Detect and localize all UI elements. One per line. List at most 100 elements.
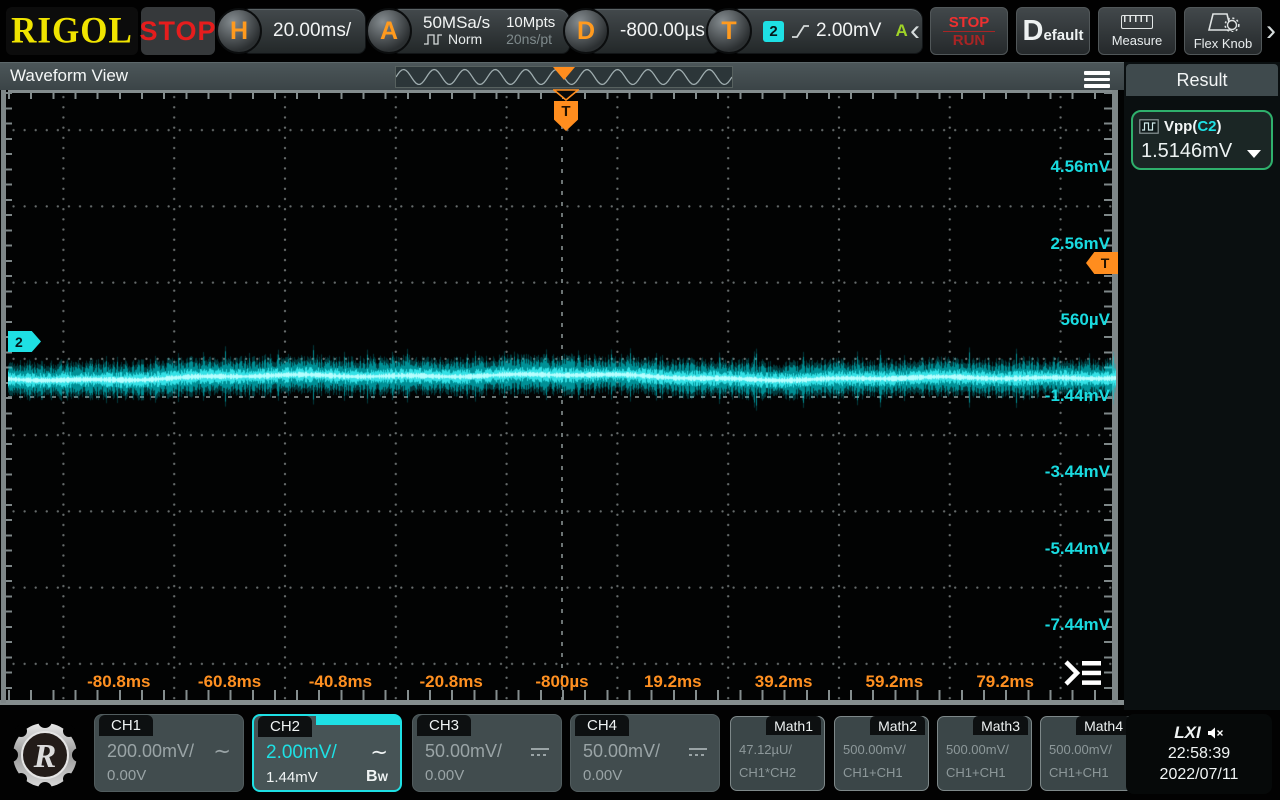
top-bar: RIGOL STOP H 20.00ms/ A 50MSa/s Norm <box>0 0 1280 62</box>
ch1-offset: 0.00V <box>107 767 146 784</box>
expand-menu-icon[interactable] <box>1062 658 1104 688</box>
trigger-panel[interactable]: 2 2.00mV A <box>732 8 923 54</box>
time-axis-label: -20.8ms <box>406 672 496 692</box>
acquire-knob[interactable]: A <box>366 8 412 54</box>
speaker-muted-icon <box>1207 726 1224 740</box>
measurement-value: 1.5146mV <box>1141 140 1232 163</box>
default-button[interactable]: D efault <box>1016 7 1090 55</box>
trigger-control: T 2 2.00mV A <box>706 8 923 54</box>
trigger-position-outline-icon <box>553 89 579 101</box>
delay-control: D -800.00µs <box>563 8 720 54</box>
math3-tab: Math3 <box>973 716 1028 735</box>
math-card-math3[interactable]: Math3 500.00mV/ CH1+CH1 <box>937 716 1032 791</box>
result-panel-title: Result <box>1126 64 1278 96</box>
time-axis-label: 79.2ms <box>960 672 1050 692</box>
measurement-card[interactable]: Vpp(C2) 1.5146mV <box>1131 110 1273 170</box>
rigol-logo: RIGOL <box>6 7 138 55</box>
bandwidth-limit-badge: BW <box>366 768 388 786</box>
horizontal-scale: 20.00ms/ <box>273 20 351 42</box>
voltage-axis-label: -5.44mV <box>1045 539 1110 559</box>
channel-card-ch3[interactable]: CH3 50.00mV/ 0.00V <box>412 714 562 792</box>
pulse-icon <box>423 33 443 46</box>
dc-coupling-icon <box>689 748 707 756</box>
ch3-scale: 50.00mV/ <box>425 741 502 762</box>
time-axis-label: -60.8ms <box>185 672 275 692</box>
nav-left-chevron[interactable]: ‹ <box>910 16 920 46</box>
acquire-control: A 50MSa/s Norm 10Mpts 20ns/pt <box>366 8 570 54</box>
ch4-scale: 50.00mV/ <box>583 741 660 762</box>
run-state-badge[interactable]: STOP <box>141 7 215 55</box>
time-axis-label: 19.2ms <box>628 672 718 692</box>
waveform-view-title: Waveform View <box>10 66 128 86</box>
ch2-noise-trace <box>8 92 1116 702</box>
acquire-mode: Norm <box>448 31 482 48</box>
ch3-tab: CH3 <box>417 715 471 736</box>
math-card-math1[interactable]: Math1 47.12µU/ CH1*CH2 <box>730 716 825 791</box>
math-card-math2[interactable]: Math2 500.00mV/ CH1+CH1 <box>834 716 929 791</box>
voltage-axis-label: -7.44mV <box>1045 615 1110 635</box>
svg-text:R: R <box>33 738 57 775</box>
math2-tab: Math2 <box>870 716 925 735</box>
flex-knob-icon <box>1205 12 1241 32</box>
stop-run-button[interactable]: STOP RUN <box>930 7 1008 55</box>
rigol-gear-logo[interactable]: R <box>9 717 81 793</box>
voltage-axis-label: 2.56mV <box>1050 234 1110 254</box>
flex-knob-button[interactable]: Flex Knob <box>1184 7 1262 55</box>
waveform-view-titlebar: Waveform View <box>0 62 1124 90</box>
time-axis-label: -40.8ms <box>295 672 385 692</box>
voltage-axis-label: -3.44mV <box>1045 462 1110 482</box>
time-resolution: 20ns/pt <box>506 31 555 48</box>
channel-card-ch4[interactable]: CH4 50.00mV/ 0.00V <box>570 714 720 792</box>
acquire-panel[interactable]: 50MSa/s Norm 10Mpts 20ns/pt <box>392 8 570 54</box>
nav-right-chevron[interactable]: › <box>1266 16 1276 46</box>
waveform-preview-strip[interactable] <box>395 66 733 88</box>
run-label: RUN <box>953 32 986 49</box>
clock-date: 2022/07/11 <box>1160 765 1239 785</box>
math2-expression: CH1+CH1 <box>843 765 903 780</box>
measure-button[interactable]: Measure <box>1098 7 1176 55</box>
ac-coupling-icon: ∼ <box>213 743 231 761</box>
graticule-plot[interactable]: T T 2 4.56mV2.56mV560µV-1.44mV-3.44mV-5.… <box>0 90 1124 710</box>
menu-icon[interactable] <box>1084 71 1110 91</box>
math1-tab: Math1 <box>766 716 821 735</box>
measurement-close-paren: ) <box>1217 118 1222 135</box>
math4-tab: Math4 <box>1076 716 1131 735</box>
math1-scale: 47.12µU/ <box>739 742 792 757</box>
bottom-bar: R CH1 200.00mV/ ∼ 0.00V CH2 2.00mV/ ∼ 1.… <box>0 710 1280 800</box>
voltage-axis-label: -1.44mV <box>1045 386 1110 406</box>
math3-expression: CH1+CH1 <box>946 765 1006 780</box>
ac-coupling-icon: ∼ <box>370 744 388 762</box>
status-clock-panel[interactable]: LXI 22:58:39 2022/07/11 <box>1126 714 1272 794</box>
lxi-badge: LXI <box>1174 723 1200 743</box>
measurement-source: C2 <box>1197 118 1216 135</box>
rising-edge-icon <box>790 21 810 41</box>
preview-trigger-position-marker[interactable] <box>553 67 575 80</box>
ruler-icon <box>1121 15 1153 29</box>
ch2-offset: 1.44mV <box>266 769 318 786</box>
flex-knob-label: Flex Knob <box>1194 36 1253 51</box>
trigger-sweep-mode: A <box>895 21 907 41</box>
delay-knob[interactable]: D <box>563 8 609 54</box>
delay-value: -800.00µs <box>620 20 705 42</box>
measurement-pulse-icon <box>1139 119 1159 134</box>
ch3-offset: 0.00V <box>425 767 464 784</box>
dropdown-arrow-icon[interactable] <box>1247 150 1261 158</box>
channel-card-ch2[interactable]: CH2 2.00mV/ ∼ 1.44mV BW <box>252 714 402 792</box>
trigger-source-badge: 2 <box>763 21 784 42</box>
ch4-offset: 0.00V <box>583 767 622 784</box>
default-rest: efault <box>1043 27 1083 44</box>
channel-card-ch1[interactable]: CH1 200.00mV/ ∼ 0.00V <box>94 714 244 792</box>
math-card-math4[interactable]: Math4 500.00mV/ CH1+CH1 <box>1040 716 1135 791</box>
rigol-logo-text: RIGOL <box>11 10 133 52</box>
ch4-tab: CH4 <box>575 715 629 736</box>
ch2-tab: CH2 <box>258 716 312 737</box>
dc-coupling-icon <box>531 748 549 756</box>
trigger-knob[interactable]: T <box>706 8 752 54</box>
clock-time: 22:58:39 <box>1168 744 1230 764</box>
measure-label: Measure <box>1112 33 1163 48</box>
ch2-active-strip <box>316 716 400 725</box>
horizontal-control: H 20.00ms/ <box>216 8 366 54</box>
horizontal-knob[interactable]: H <box>216 8 262 54</box>
memory-depth: 10Mpts <box>506 14 555 31</box>
ch1-scale: 200.00mV/ <box>107 741 194 762</box>
